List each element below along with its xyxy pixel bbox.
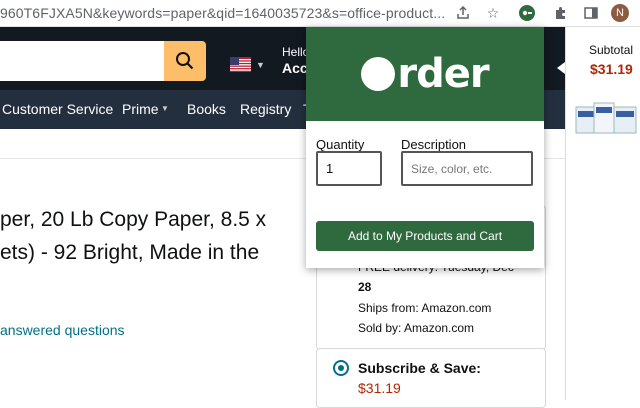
delivery-date: 28	[358, 280, 372, 294]
popup-header: rder	[306, 27, 544, 121]
subscribe-save-box	[316, 348, 546, 408]
order-logo: rder	[361, 51, 490, 97]
ships-from: Ships from: Amazon.com	[358, 301, 492, 315]
subtotal-label: Subtotal	[589, 43, 634, 57]
panel-pointer	[557, 62, 565, 74]
order-extension-icon[interactable]	[518, 4, 536, 22]
description-label: Description	[401, 137, 467, 152]
subscribe-radio[interactable]	[333, 360, 349, 376]
search-button[interactable]	[164, 41, 206, 81]
order-extension-popup: rder Quantity Description Add to My Prod…	[306, 27, 544, 268]
add-to-products-cart-button[interactable]: Add to My Products and Cart	[316, 221, 534, 251]
product-thumbnail[interactable]	[574, 95, 640, 137]
bookmark-star-icon[interactable]: ☆	[484, 4, 502, 22]
subscribe-price: $31.19	[358, 380, 401, 396]
nav-item-books[interactable]: Books	[187, 101, 226, 117]
extensions-puzzle-icon[interactable]	[552, 4, 570, 22]
browser-toolbar: 960T6FJXA5N&keywords=paper&qid=164003572…	[0, 0, 640, 27]
search-icon	[176, 52, 194, 70]
logo-circle-icon	[361, 57, 396, 91]
share-icon[interactable]	[454, 4, 472, 22]
quantity-input[interactable]	[316, 151, 382, 186]
chevron-down-icon: ▼	[161, 104, 169, 113]
logo-text: rder	[397, 51, 489, 97]
nav-item-customer-service[interactable]: Customer Service	[2, 101, 113, 117]
search-input[interactable]	[0, 41, 165, 81]
nav-item-registry[interactable]: Registry	[240, 101, 291, 117]
address-bar[interactable]: 960T6FJXA5N&keywords=paper&qid=164003572…	[0, 5, 445, 21]
chevron-down-icon: ▼	[256, 60, 265, 70]
answered-questions-link[interactable]: answered questions	[0, 322, 125, 338]
us-flag-icon[interactable]	[230, 57, 251, 72]
side-panel-icon[interactable]	[582, 4, 600, 22]
subtotal-price: $31.19	[590, 61, 633, 77]
cart-sidebar	[565, 27, 640, 400]
sold-by: Sold by: Amazon.com	[358, 321, 475, 335]
profile-avatar[interactable]: N	[611, 4, 629, 22]
quantity-label: Quantity	[316, 137, 365, 152]
product-title-line2: ets) - 92 Bright, Made in the	[0, 241, 260, 264]
product-title-line1: per, 20 Lb Copy Paper, 8.5 x	[0, 208, 267, 231]
description-input[interactable]	[401, 151, 533, 186]
subscribe-label: Subscribe & Save:	[358, 360, 481, 376]
nav-item-prime[interactable]: Prime	[122, 101, 159, 117]
